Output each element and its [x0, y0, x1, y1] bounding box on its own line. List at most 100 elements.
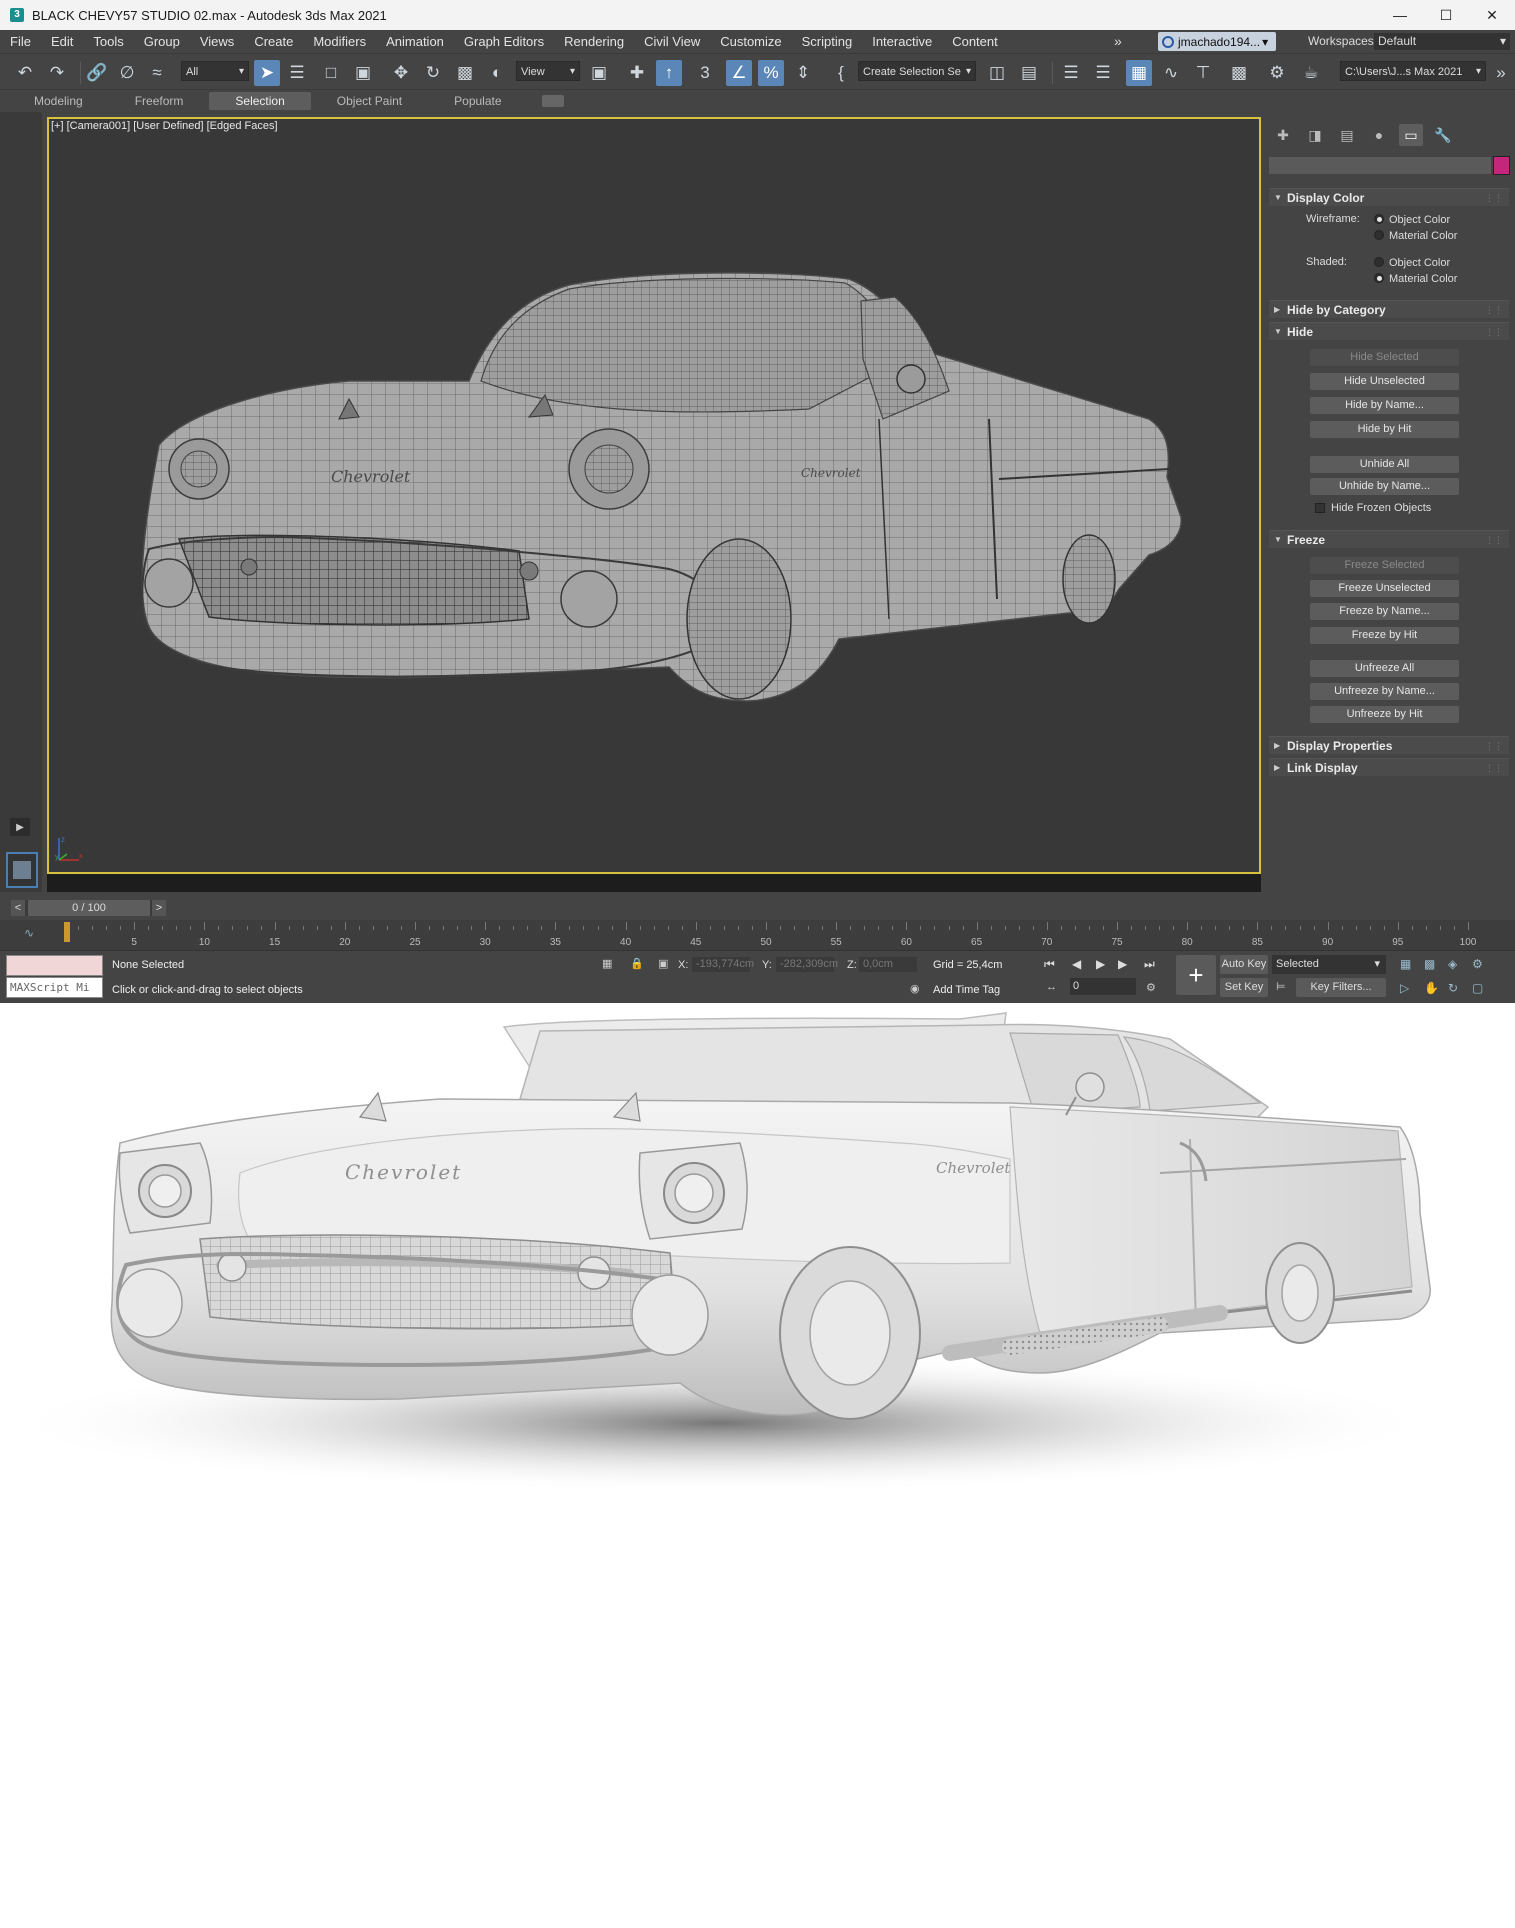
move-icon[interactable]: ✥ — [388, 60, 414, 86]
menu-create[interactable]: Create — [244, 30, 303, 53]
freeze-by-name-button[interactable]: Freeze by Name... — [1310, 603, 1459, 620]
zoom-all-icon[interactable]: ▩ — [1424, 957, 1435, 971]
menu-edit[interactable]: Edit — [41, 30, 83, 53]
unfreeze-all-button[interactable]: Unfreeze All — [1310, 660, 1459, 677]
redo-icon[interactable]: ↷ — [44, 60, 70, 86]
schematic-view-icon[interactable]: ⊤ — [1190, 60, 1216, 86]
key-filter-icon[interactable]: ⊨ — [1276, 980, 1286, 993]
modify-icon[interactable]: ◨ — [1303, 124, 1327, 146]
time-configuration-icon[interactable]: ⚙ — [1146, 981, 1156, 994]
z-coordinate-field[interactable]: 0,0cm — [859, 957, 917, 972]
hierarchy-icon[interactable]: ▤ — [1335, 124, 1359, 146]
create-icon[interactable]: ✚ — [1271, 124, 1295, 146]
select-by-name-icon[interactable]: ☰ — [284, 60, 310, 86]
link-icon[interactable]: 🔗 — [84, 60, 110, 86]
tab-modeling[interactable]: Modeling — [8, 92, 109, 110]
display-icon[interactable]: ▭ — [1399, 124, 1423, 146]
maxscript-output[interactable] — [6, 955, 103, 976]
reference-coordinate-dropdown[interactable]: View — [516, 61, 580, 82]
object-name-field[interactable] — [1269, 157, 1491, 174]
previous-frame-icon[interactable]: ◀ — [1072, 957, 1081, 971]
menu-civil-view[interactable]: Civil View — [634, 30, 710, 53]
window-crossing-icon[interactable]: ▣ — [350, 60, 376, 86]
maxscript-listener-input[interactable]: MAXScript Mi — [6, 977, 103, 998]
tab-populate[interactable]: Populate — [428, 92, 527, 110]
go-to-start-icon[interactable]: ⏮ — [1044, 957, 1055, 972]
ribbon-options-icon[interactable] — [541, 94, 564, 107]
go-to-end-icon[interactable]: ⏭ — [1144, 957, 1155, 972]
menu-customize[interactable]: Customize — [710, 30, 791, 53]
unhide-by-name-button[interactable]: Unhide by Name... — [1310, 478, 1459, 495]
add-time-tag[interactable]: Add Time Tag — [933, 984, 1000, 996]
angle-snap-icon[interactable]: ∠ — [726, 60, 752, 86]
menu-animation[interactable]: Animation — [376, 30, 454, 53]
current-frame-field[interactable]: 0 — [1070, 978, 1136, 995]
maximize-viewport-icon[interactable]: ▢ — [1472, 981, 1483, 995]
camera-viewport[interactable]: Chevrolet Chevrolet [+] [Camera001] [Use… — [47, 117, 1261, 874]
select-manipulate-icon[interactable]: ✚ — [624, 60, 650, 86]
select-object-icon[interactable]: ➤ — [254, 60, 280, 86]
toolbar-overflow-icon[interactable]: » — [1488, 60, 1514, 86]
selection-filter-dropdown[interactable]: All — [181, 61, 249, 82]
auto-key-button[interactable]: Auto Key — [1220, 955, 1268, 974]
display-color-header[interactable]: ▼ Display Color ⋮⋮ — [1269, 188, 1509, 206]
isolate-selection-icon[interactable]: ▦ — [602, 957, 612, 970]
user-account-button[interactable]: jmachado194... ▾ — [1158, 32, 1276, 51]
dolly-camera-icon[interactable]: ⚙ — [1472, 957, 1483, 971]
keyboard-shortcut-override-icon[interactable]: ↑ — [656, 60, 682, 86]
maximize-icon[interactable]: ☐ — [1423, 0, 1469, 30]
hide-header[interactable]: ▼ Hide ⋮⋮ — [1269, 322, 1509, 340]
shaded-object-color-radio[interactable] — [1374, 257, 1384, 267]
key-mode-toggle-icon[interactable]: ↔ — [1046, 981, 1057, 993]
edit-named-selection-icon[interactable]: { — [828, 60, 854, 86]
time-tag-icon[interactable]: ◉ — [910, 982, 920, 995]
expand-layout-icon[interactable]: ▶ — [10, 818, 30, 836]
field-of-view-icon[interactable]: ▷ — [1400, 981, 1409, 995]
time-slider-thumb[interactable]: 0 / 100 — [28, 900, 150, 916]
menu-graph-editors[interactable]: Graph Editors — [454, 30, 554, 53]
rotate-icon[interactable]: ↻ — [420, 60, 446, 86]
render-setup-icon[interactable]: ⚙ — [1264, 60, 1290, 86]
orbit-icon[interactable]: ↻ — [1448, 981, 1458, 995]
tab-freeform[interactable]: Freeform — [109, 92, 210, 110]
freeze-selected-button[interactable]: Freeze Selected — [1310, 557, 1459, 574]
next-frame-icon[interactable]: ▶ — [1118, 957, 1127, 971]
close-icon[interactable]: ✕ — [1469, 0, 1515, 30]
time-slider-prev-button[interactable]: < — [11, 900, 25, 916]
key-mode-dropdown[interactable]: Selected — [1272, 955, 1386, 974]
hide-by-category-header[interactable]: ▶ Hide by Category ⋮⋮ — [1269, 300, 1509, 318]
track-bar[interactable]: ∿ 5 10 15 20 25 30 35 40 45 50 55 60 65 70 75 80 85 90 95 1… — [0, 920, 1515, 950]
menu-overflow-icon[interactable]: » — [1114, 30, 1122, 53]
pan-view-icon[interactable]: ✋ — [1424, 981, 1439, 995]
utilities-icon[interactable]: 🔧 — [1431, 124, 1455, 146]
hide-by-name-button[interactable]: Hide by Name... — [1310, 397, 1459, 414]
hide-by-hit-button[interactable]: Hide by Hit — [1310, 421, 1459, 438]
orbit-camera-icon[interactable]: ◈ — [1448, 957, 1457, 971]
set-key-button[interactable]: Set Key — [1220, 978, 1268, 997]
tab-selection[interactable]: Selection — [209, 91, 311, 110]
menu-file[interactable]: File — [0, 30, 41, 53]
freeze-by-hit-button[interactable]: Freeze by Hit — [1310, 627, 1459, 644]
rectangular-selection-icon[interactable]: □ — [318, 60, 344, 86]
hide-selected-button[interactable]: Hide Selected — [1310, 349, 1459, 366]
render-frame-icon[interactable]: ☕ — [1298, 60, 1324, 86]
align-icon[interactable]: ▤ — [1016, 60, 1042, 86]
freeze-header[interactable]: ▼ Freeze ⋮⋮ — [1269, 530, 1509, 548]
mini-curve-editor-icon[interactable]: ∿ — [24, 926, 34, 940]
frame-ruler[interactable]: 5 10 15 20 25 30 35 40 45 50 55 60 65 70 75 80 85 90 95 100 — [64, 920, 1484, 950]
time-slider-next-button[interactable]: > — [152, 900, 166, 916]
placement-icon[interactable]: ◐ — [484, 60, 510, 86]
current-frame-marker[interactable] — [64, 922, 70, 942]
set-keys-icon[interactable]: + — [1176, 955, 1216, 995]
bind-space-warp-icon[interactable]: ≈ — [144, 60, 170, 86]
unhide-all-button[interactable]: Unhide All — [1310, 456, 1459, 473]
link-display-header[interactable]: ▶ Link Display ⋮⋮ — [1269, 758, 1509, 776]
snaps-toggle-icon[interactable]: 3 — [692, 60, 718, 86]
key-filters-button[interactable]: Key Filters... — [1296, 978, 1386, 997]
shaded-material-color-radio[interactable] — [1374, 273, 1384, 283]
display-properties-header[interactable]: ▶ Display Properties ⋮⋮ — [1269, 736, 1509, 754]
unfreeze-by-hit-button[interactable]: Unfreeze by Hit — [1310, 706, 1459, 723]
wireframe-object-color-radio[interactable] — [1374, 214, 1384, 224]
named-selection-set-dropdown[interactable]: Create Selection Se — [858, 61, 976, 82]
viewport-label[interactable]: [+] [Camera001] [User Defined] [Edged Fa… — [51, 120, 278, 132]
